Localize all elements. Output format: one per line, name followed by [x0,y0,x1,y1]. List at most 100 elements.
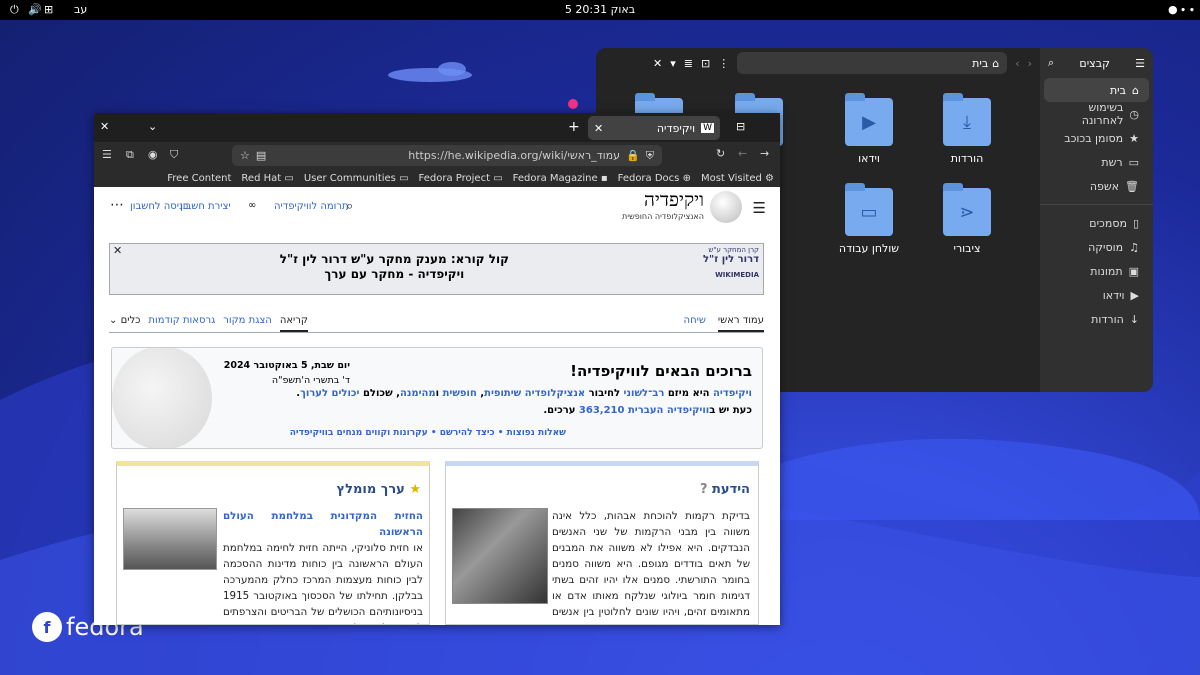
sidebar-item-network[interactable]: ▭ רשת [1044,150,1149,174]
login-link[interactable]: כניסה לחשבון [130,201,188,212]
tab-overview-icon[interactable]: ⊟ [736,120,745,133]
welcome-line-2: כעת יש בוויקיפדיה העברית 363,210 ערכים. [543,405,752,416]
did-you-know-text: בדיקת רקמות להוכחת אבהות, כלל אינה משווה… [552,510,750,624]
research-grant-banner[interactable]: ✕ קרן המחקר ע"ש דרור לין ז"ל WIKIMEDIA ק… [109,243,764,295]
menu-icon[interactable]: ☰ [102,148,112,161]
bookmark-fedora-docs[interactable]: Fedora Docs ⊕ [618,173,691,184]
folder-icon: ▭ [284,172,294,184]
browser-window: ✕ ⌄ + W ויקיפדיה ✕ ⊟ ☰ ⧉ ◉ ⛉ ⛨ 🔒 https:/… [94,113,780,625]
pocket-icon[interactable]: ⛉ [170,148,178,162]
tab-talk[interactable]: שיחה [684,315,706,332]
hamburger-icon[interactable]: ☰ [753,199,766,217]
bookmark-user-communities[interactable]: User Communities ▭ [304,173,409,184]
briefcase-image[interactable] [452,508,548,604]
bookmark-star-icon[interactable]: ☆ [240,149,250,162]
search-icon[interactable]: ⌕ [1048,56,1054,70]
wikipedia-favicon-icon: W [701,123,714,133]
files-menu-icon[interactable]: ☰ [1135,57,1145,70]
did-you-know-title: הידעת ? [699,482,750,497]
close-icon[interactable]: ✕ [653,57,662,70]
view-list-icon[interactable]: ≣ [684,57,693,70]
activities-indicator[interactable]: ●∙∙ [1168,3,1197,16]
music-icon: ♫ [1129,240,1139,254]
sidebar-item-videos[interactable]: ▶ וידאו [1044,283,1149,307]
folder-videos[interactable]: ▶ וידאו [834,93,904,165]
folder-downloads[interactable]: ⤓ הורדות [932,93,1002,165]
sidebar-item-music[interactable]: ♫ מוסיקה [1044,235,1149,259]
wiki-header: ☰ ויקיפדיה האנציקלופדיה החופשית ⌕ תרומה … [94,187,780,227]
featured-article-text: החזית המקדונית במלחמת העולם הראשונה או ח… [223,510,423,624]
close-tab-icon[interactable]: ✕ [594,122,603,135]
sidebar-item-pictures[interactable]: ▣ תמונות [1044,259,1149,283]
tab-history[interactable]: גרסאות קודמות [148,315,215,332]
navigation-bar: ☰ ⧉ ◉ ⛉ ⛨ 🔒 https://he.wikipedia.org/wik… [94,142,780,169]
wikipedia-globe-icon[interactable] [710,191,742,223]
home-icon: ⌂ [992,56,1000,70]
globe-icon: ⊕ [682,172,691,184]
folder-public[interactable]: ⋖ ציבורי [932,183,1002,255]
sidebar-item-downloads[interactable]: ↓ הורדות [1044,307,1149,331]
sidebar-item-documents[interactable]: ▯ מסמכים [1044,211,1149,235]
donate-link[interactable]: תרומה לוויקיפדיה [274,201,349,212]
list-tabs-icon[interactable]: ⌄ [148,120,157,133]
clock[interactable]: 5 באוק 20:31 [0,3,1200,16]
tab-main-page[interactable]: עמוד ראשי [717,315,764,332]
glasses-icon[interactable]: ∞ [248,200,256,211]
tab-bar: ✕ ⌄ + W ויקיפדיה ✕ ⊟ [94,113,780,142]
back-icon[interactable]: ← [738,147,747,160]
gear-icon: ⚙ [765,172,774,184]
bookmark-fedora-magazine[interactable]: Fedora Magazine ▪ [513,173,608,184]
chevron-down-icon: ⌄ [109,315,118,326]
tab-tools[interactable]: כלים ⌄ [109,315,140,332]
account-icon[interactable]: ◉ [148,148,158,161]
more-options-icon[interactable]: ⋮ [718,57,729,70]
document-icon: ▯ [1132,216,1139,230]
sidebar-item-trash[interactable]: 🗑 אשפה [1044,174,1149,198]
sidebar-item-recent[interactable]: ◷ בשימוש לאחרונה [1044,101,1149,127]
download-icon: ↓ [1129,312,1139,326]
bookmark-free-content[interactable]: Free Content [167,173,231,184]
sidebar-separator [1040,204,1153,205]
folder-icon: ▭ [399,172,409,184]
wikipedia-page: ☰ ויקיפדיה האנציקלופדיה החופשית ⌕ תרומה … [94,187,780,625]
star-icon: ★ [1129,131,1139,145]
forward-icon[interactable]: ‹ [1028,57,1032,70]
bookmark-fedora-project[interactable]: Fedora Project ▭ [419,173,503,184]
wikipedia-puzzle-globe-icon [112,348,212,448]
folder-icon: ▭ [493,172,503,184]
path-bar[interactable]: ⌂ בית [737,52,1008,74]
reader-view-icon: ▤ [255,149,267,162]
chevron-down-icon[interactable]: ▾ [670,57,676,70]
page-tabs: עמוד ראשי שיחה קריאה הצגת מקור גרסאות קו… [109,315,764,333]
tab-view-source[interactable]: הצגת מקור [223,315,272,332]
home-icon: ⌂ [1132,83,1139,97]
welcome-links[interactable]: שאלות נפוצות • כיצד להירשם • עקרונות וקו… [290,428,566,438]
sidebar-item-starred[interactable]: ★ מסומן בכוכב [1044,126,1149,150]
bookmark-red-hat[interactable]: Red Hat ▭ [241,173,293,184]
welcome-title: ברוכים הבאים לוויקיפדיה! [570,362,752,380]
bookmark-most-visited[interactable]: Most Visited ⚙ [701,173,774,184]
featured-article-box: ★ ערך מומלץ החזית המקדונית במלחמת העולם … [116,461,430,625]
tab-read[interactable]: קריאה [279,315,309,332]
did-you-know-box: הידעת ? בדיקת רקמות להוכחת אבהות, כלל אי… [445,461,759,625]
close-window-icon[interactable]: ✕ [100,120,109,133]
new-folder-icon[interactable]: ⊡ [701,57,710,70]
files-title: קבצים [1079,56,1110,70]
reload-icon[interactable]: ↻ [716,147,725,160]
folder-icon: ▭ [845,183,893,236]
folder-share-icon: ⋖ [943,183,991,236]
back-icon[interactable]: › [1015,57,1019,70]
folder-download-icon: ⤓ [943,93,991,146]
more-options-icon[interactable]: ⋯ [110,197,124,213]
wiki-logo[interactable]: ויקיפדיה האנציקלופדיה החופשית [622,189,704,221]
sidebar-item-home[interactable]: ⌂ בית [1044,78,1149,102]
tab-wikipedia[interactable]: W ויקיפדיה ✕ [588,116,720,140]
extensions-icon[interactable]: ⧉ [126,148,134,162]
forward-icon[interactable]: → [760,147,769,160]
url-bar[interactable]: ⛨ 🔒 https://he.wikipedia.org/wiki/עמוד_ר… [232,145,662,166]
close-banner-icon[interactable]: ✕ [113,244,122,257]
new-tab-icon[interactable]: + [568,119,580,135]
welcome-box: ברוכים הבאים לוויקיפדיה! ויקיפדיה היא מי… [111,347,763,449]
folder-desktop[interactable]: ▭ שולחן עבודה [834,183,904,255]
top-bar: ⏻ 🔊 ⊞ עב 5 באוק 20:31 ●∙∙ [0,0,1200,20]
